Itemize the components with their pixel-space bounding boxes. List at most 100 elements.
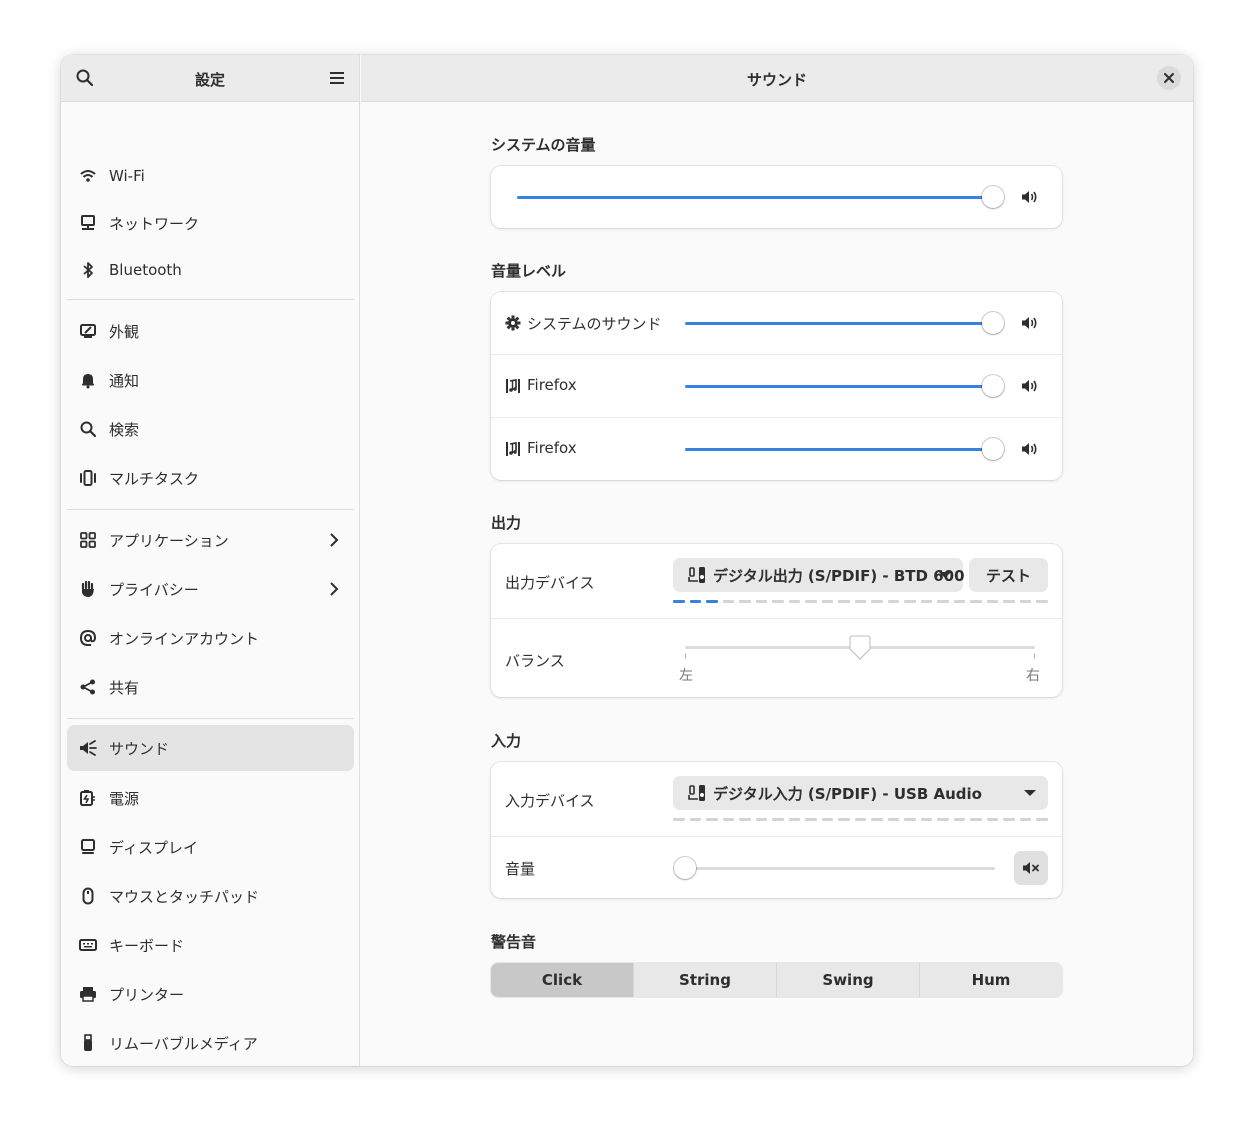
sidebar-item-notifications[interactable]: 通知 [67, 357, 354, 403]
balance-tick-right [1034, 653, 1035, 659]
input-device-row: 入力デバイス デジタル入力 (S/PDIF) - USB Audio [491, 762, 1062, 836]
firefox-volume-slider[interactable] [685, 448, 993, 451]
output-device-dropdown[interactable]: デジタル出力 (S/PDIF) - BTD 600 [673, 558, 965, 592]
volume-levels-card: システムのサウンド Firefox Firefox [491, 292, 1062, 480]
level-segment [772, 818, 784, 821]
sidebar-item-label: プライバシー [109, 580, 199, 599]
sidebar-item-appearance[interactable]: 外観 [67, 308, 354, 354]
balance-row: バランス 左 右 [491, 619, 1062, 697]
keyboard-icon [79, 939, 97, 951]
sidebar-item-label: ネットワーク [109, 214, 200, 233]
volume-levels-title: 音量レベル [491, 262, 567, 280]
input-title: 入力 [491, 732, 522, 750]
input-device-dropdown[interactable]: デジタル入力 (S/PDIF) - USB Audio [673, 776, 1048, 810]
balance-right-label: 右 [1026, 668, 1040, 684]
audio-app-icon [506, 379, 520, 393]
balance-tick-left [685, 653, 686, 659]
input-volume-knob[interactable] [674, 857, 696, 879]
level-segment [706, 600, 718, 603]
sidebar-item-online-accounts[interactable]: オンラインアカウント [67, 615, 354, 661]
system-volume-slider[interactable] [517, 196, 993, 199]
level-segment [739, 600, 751, 603]
chevron-right-icon [330, 533, 339, 547]
level-segment [1036, 818, 1048, 821]
bell-icon [82, 374, 94, 389]
mouse-icon [82, 887, 94, 905]
alert-option-string[interactable]: String [634, 963, 777, 997]
search-icon [80, 421, 97, 438]
level-segment [689, 818, 701, 821]
sidebar-item-network[interactable]: ネットワーク [67, 200, 354, 246]
sidebar-item-display[interactable]: ディスプレイ [67, 824, 354, 870]
sidebar-item-applications[interactable]: アプリケーション [67, 517, 354, 563]
sidebar-item-power[interactable]: 電源 [67, 775, 354, 821]
sidebar-item-printer[interactable]: プリンター [67, 971, 354, 1017]
level-segment [805, 600, 817, 603]
level-segment [953, 818, 965, 821]
apps-icon [80, 532, 96, 548]
sidebar-item-multitasking[interactable]: マルチタスク [67, 455, 354, 501]
level-segment [755, 818, 767, 821]
sidebar-item-label: キーボード [109, 936, 185, 955]
settings-window: 設定 Wi-Fi ネットワーク Bluetooth 外観 通知 検索 マルチタス… [61, 55, 1193, 1066]
level-segment [689, 600, 701, 603]
firefox-volume-knob[interactable] [982, 438, 1004, 460]
speaker-icon[interactable] [1021, 377, 1039, 395]
input-volume-slider[interactable] [685, 867, 995, 870]
alert-option-click[interactable]: Click [491, 963, 634, 997]
level-segment [706, 818, 718, 821]
volume-row-label: システムのサウンド [527, 315, 662, 333]
sidebar-item-mouse[interactable]: マウスとタッチパッド [67, 873, 354, 919]
system-sounds-knob[interactable] [982, 312, 1004, 334]
speaker-icon[interactable] [1021, 188, 1039, 206]
level-segment [920, 818, 932, 821]
chevron-down-icon [1024, 790, 1036, 796]
sidebar-divider [67, 509, 354, 510]
balance-knob[interactable] [848, 635, 872, 661]
sidebar-item-removable-media[interactable]: リムーバブルメディア [67, 1020, 354, 1066]
sidebar-item-sound[interactable]: サウンド [67, 725, 354, 771]
hamburger-menu-icon[interactable] [327, 68, 347, 88]
alert-sound-selector: Click String Swing Hum [491, 963, 1062, 997]
level-segment [821, 600, 833, 603]
sidebar-item-bluetooth[interactable]: Bluetooth [67, 247, 354, 293]
sidebar-header: 設定 [61, 55, 359, 102]
output-card: 出力デバイス デジタル出力 (S/PDIF) - BTD 600 テスト バラン… [491, 544, 1062, 697]
alert-option-hum[interactable]: Hum [920, 963, 1062, 997]
main-panel: サウンド システムの音量 音量レベル システムのサウンド Firefox Fir… [361, 55, 1193, 1066]
network-icon [81, 215, 95, 230]
speaker-device-icon [688, 785, 705, 801]
output-device-row: 出力デバイス デジタル出力 (S/PDIF) - BTD 600 テスト [491, 544, 1062, 618]
balance-left-label: 左 [679, 668, 693, 684]
system-volume-title: システムの音量 [491, 136, 596, 154]
appearance-icon [80, 324, 96, 338]
level-segment [1019, 818, 1031, 821]
level-segment [887, 818, 899, 821]
speaker-icon[interactable] [1021, 440, 1039, 458]
level-segment [805, 818, 817, 821]
system-volume-knob[interactable] [982, 186, 1004, 208]
speaker-icon[interactable] [1021, 314, 1039, 332]
sidebar-item-label: マルチタスク [109, 469, 200, 488]
sidebar-item-wifi[interactable]: Wi-Fi [67, 153, 354, 199]
mute-button[interactable] [1014, 851, 1048, 885]
sidebar-item-label: ディスプレイ [109, 838, 198, 857]
share-icon [80, 679, 95, 695]
sidebar-item-sharing[interactable]: 共有 [67, 664, 354, 710]
firefox-volume-slider[interactable] [685, 385, 993, 388]
sidebar-item-privacy[interactable]: プライバシー [67, 566, 354, 612]
firefox-volume-knob[interactable] [982, 375, 1004, 397]
sidebar-item-keyboard[interactable]: キーボード [67, 922, 354, 968]
sidebar-divider [67, 299, 354, 300]
sidebar-item-search[interactable]: 検索 [67, 406, 354, 452]
alert-option-swing[interactable]: Swing [777, 963, 920, 997]
system-sounds-slider[interactable] [685, 322, 993, 325]
bluetooth-icon [83, 262, 93, 278]
multitasking-icon [80, 470, 96, 486]
sidebar-item-label: プリンター [109, 985, 185, 1004]
close-button[interactable] [1157, 66, 1181, 90]
level-segment [937, 600, 949, 603]
test-button[interactable]: テスト [969, 558, 1048, 592]
printer-icon [80, 987, 96, 1002]
level-segment [986, 600, 998, 603]
